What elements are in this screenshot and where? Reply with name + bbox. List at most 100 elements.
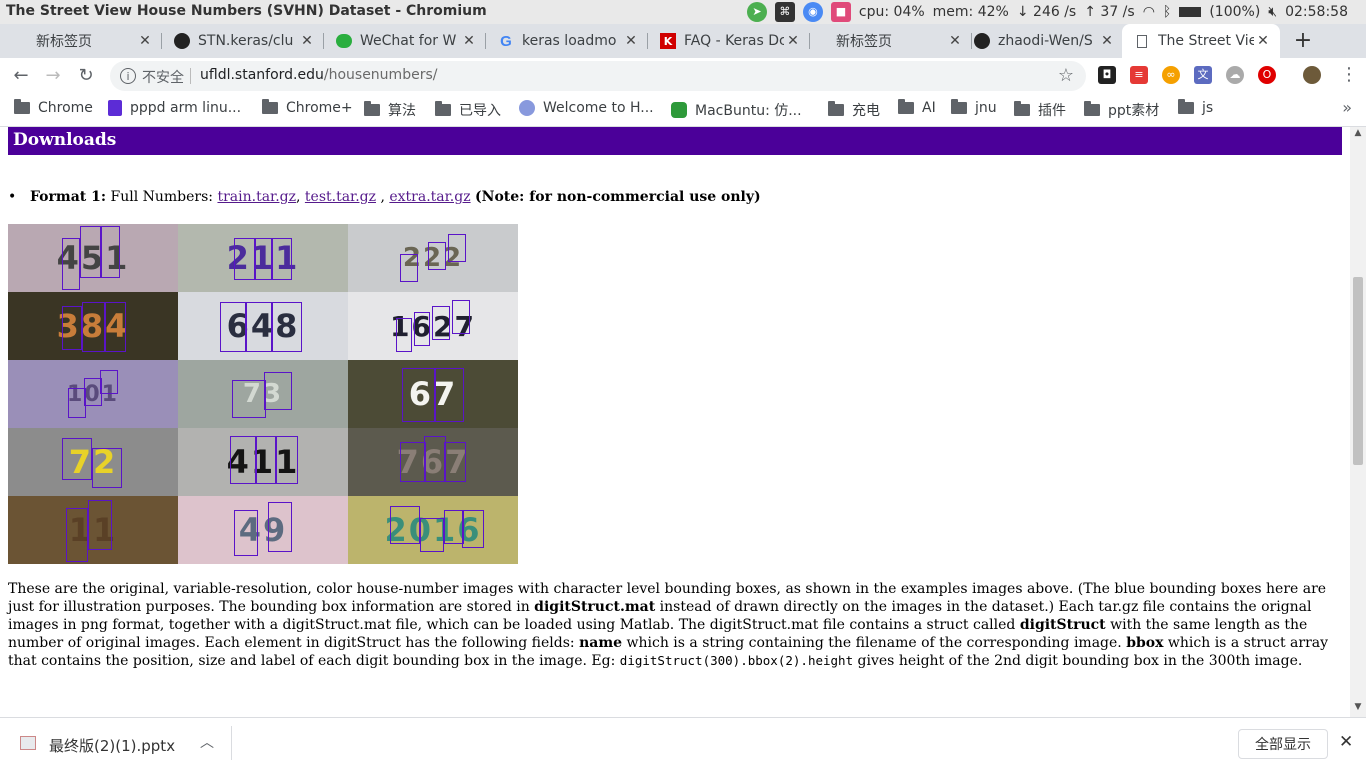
- close-tab-icon[interactable]: ✕: [622, 33, 640, 49]
- chromium-icon[interactable]: ◉: [802, 2, 823, 22]
- chevron-up-icon[interactable]: ︿: [200, 732, 214, 752]
- command-icon[interactable]: ⌘: [774, 2, 795, 22]
- bookmark-imported[interactable]: 已导入: [435, 100, 501, 120]
- extension-glasses-icon[interactable]: ◘: [1098, 66, 1116, 84]
- mute-icon[interactable]: 🔇︎: [1268, 4, 1277, 20]
- more-bookmarks-icon[interactable]: »: [1342, 98, 1352, 117]
- clock[interactable]: 02:58:58: [1285, 4, 1348, 20]
- download-bar: 最终版(2)(1).pptx ︿ 全部显示 ✕: [0, 717, 1366, 769]
- non-commercial-note: (Note: for non-commercial use only): [475, 189, 761, 205]
- tab-new-tab-2[interactable]: 新标签页 ✕: [810, 24, 972, 58]
- folder-icon: [1178, 99, 1194, 114]
- new-tab-button[interactable]: +: [1290, 27, 1316, 55]
- bounding-box: [254, 238, 272, 280]
- folder-icon: [262, 99, 278, 114]
- bookmark-ai[interactable]: AI: [898, 99, 936, 116]
- extension-translate-icon[interactable]: 文: [1194, 66, 1212, 84]
- train-link[interactable]: train.tar.gz: [217, 189, 296, 205]
- scrollbar-thumb[interactable]: [1353, 277, 1363, 465]
- bookmark-chrome-plus[interactable]: Chrome+: [262, 99, 353, 116]
- macbuntu-icon: [671, 102, 687, 118]
- scroll-up-icon[interactable]: ▲: [1350, 128, 1366, 142]
- bookmark-pppd[interactable]: pppd arm linu...: [108, 100, 241, 116]
- close-icon[interactable]: ✕: [1339, 732, 1353, 752]
- folder-icon: [951, 99, 967, 114]
- download-file-name[interactable]: 最终版(2)(1).pptx: [49, 735, 175, 756]
- reload-icon[interactable]: ↻: [74, 64, 98, 88]
- close-tab-icon[interactable]: ✕: [298, 33, 316, 49]
- tab-title: The Street Vie: [1158, 33, 1254, 49]
- bookmark-charge[interactable]: 充电: [828, 100, 880, 120]
- folder-icon: [1084, 101, 1100, 116]
- security-label[interactable]: 不安全: [142, 67, 184, 87]
- sample-image: 72: [8, 428, 178, 496]
- forward-arrow-icon[interactable]: →: [41, 64, 65, 88]
- bookmarks-bar: Chrome pppd arm linu... Chrome+ 算法 已导入 W…: [0, 94, 1366, 127]
- close-tab-icon[interactable]: ✕: [784, 33, 802, 49]
- bounding-box: [80, 226, 102, 278]
- tab-wechat[interactable]: WeChat for W ✕: [324, 24, 486, 58]
- bookmark-chrome[interactable]: Chrome: [14, 99, 93, 116]
- bookmark-algorithms[interactable]: 算法: [364, 100, 416, 120]
- url-text[interactable]: ufldl.stanford.edu/housenumbers/: [200, 67, 437, 83]
- app-cube-icon[interactable]: ■: [830, 2, 851, 22]
- bookmark-macbuntu[interactable]: MacBuntu: 仿...: [671, 100, 802, 120]
- folder-icon: [364, 101, 380, 116]
- extra-link[interactable]: extra.tar.gz: [389, 189, 470, 205]
- bookmark-ppt[interactable]: ppt素材: [1084, 100, 1159, 120]
- profile-avatar[interactable]: [1303, 66, 1321, 84]
- wifi-icon[interactable]: ◠: [1143, 4, 1155, 20]
- tab-keras-faq[interactable]: K FAQ - Keras Dc ✕: [648, 24, 810, 58]
- tab-stn-keras[interactable]: STN.keras/clu ✕: [162, 24, 324, 58]
- sample-image: 49: [178, 496, 348, 564]
- test-link[interactable]: test.tar.gz: [305, 189, 376, 205]
- close-tab-icon[interactable]: ✕: [460, 33, 478, 49]
- system-tray: ➤ ⌘ ◉ ■ cpu: 04% mem: 42% ↓ 246 /s ↑ 37 …: [746, 2, 1356, 22]
- wechat-icon: [336, 33, 352, 49]
- desc-text: gives height of the 2nd digit bounding b…: [853, 653, 1303, 669]
- chrome-menu-icon[interactable]: ⋮: [1340, 64, 1358, 85]
- bookmark-icon: [108, 100, 122, 116]
- bluetooth-icon[interactable]: ᛒ: [1163, 4, 1171, 20]
- battery-icon[interactable]: [1179, 7, 1202, 17]
- scroll-down-icon[interactable]: ▼: [1350, 702, 1366, 716]
- address-bar[interactable]: i 不安全 ufldl.stanford.edu/housenumbers/ ☆: [110, 61, 1086, 91]
- net-up-readout: ↑ 37 /s: [1084, 4, 1135, 20]
- extension-infinity-icon[interactable]: ∞: [1162, 66, 1180, 84]
- extension-notes-icon[interactable]: ≡: [1130, 66, 1148, 84]
- bounding-box: [444, 510, 464, 544]
- back-arrow-icon[interactable]: ←: [9, 64, 33, 88]
- url-path: /housenumbers/: [323, 67, 438, 83]
- tab-keras-loadmodel[interactable]: G keras loadmo ✕: [486, 24, 648, 58]
- bounding-box: [420, 518, 444, 552]
- telegram-icon[interactable]: ➤: [746, 2, 767, 22]
- tab-new-tab-1[interactable]: 新标签页 ✕: [0, 24, 162, 58]
- bounding-box: [432, 306, 450, 340]
- close-tab-icon[interactable]: ✕: [1098, 33, 1116, 49]
- tab-svhn-active[interactable]: The Street Vie ✕: [1122, 24, 1280, 58]
- bookmark-plugins[interactable]: 插件: [1014, 100, 1066, 120]
- sample-image: 411: [178, 428, 348, 496]
- bookmark-jnu[interactable]: jnu: [951, 99, 997, 116]
- close-tab-icon[interactable]: ✕: [1254, 33, 1272, 49]
- bookmark-label: 算法: [388, 103, 416, 119]
- sample-image: 2016: [348, 496, 518, 564]
- extension-cloud-icon[interactable]: ☁: [1226, 66, 1244, 84]
- bookmark-star-icon[interactable]: ☆: [1058, 65, 1074, 86]
- github-icon: [174, 33, 190, 49]
- bookmark-label: pppd arm linu...: [130, 100, 242, 116]
- tab-zhaodi-wen[interactable]: zhaodi-Wen/S ✕: [962, 24, 1124, 58]
- close-tab-icon[interactable]: ✕: [136, 33, 154, 49]
- bookmark-label: 已导入: [459, 103, 501, 119]
- bookmark-js[interactable]: js: [1178, 99, 1213, 116]
- info-icon[interactable]: i: [120, 68, 136, 84]
- bounding-box: [104, 302, 126, 352]
- bounding-box: [264, 372, 292, 410]
- show-all-button[interactable]: 全部显示: [1238, 729, 1328, 759]
- page-scrollbar[interactable]: ▲ ▼: [1350, 127, 1366, 717]
- window-title: The Street View House Numbers (SVHN) Dat…: [6, 3, 487, 19]
- extension-adblock-icon[interactable]: O: [1258, 66, 1276, 84]
- sample-number: 49: [238, 511, 288, 549]
- bookmark-welcome[interactable]: Welcome to H...: [519, 100, 654, 116]
- desc-code: digitStruct(300).bbox(2).height: [619, 653, 854, 668]
